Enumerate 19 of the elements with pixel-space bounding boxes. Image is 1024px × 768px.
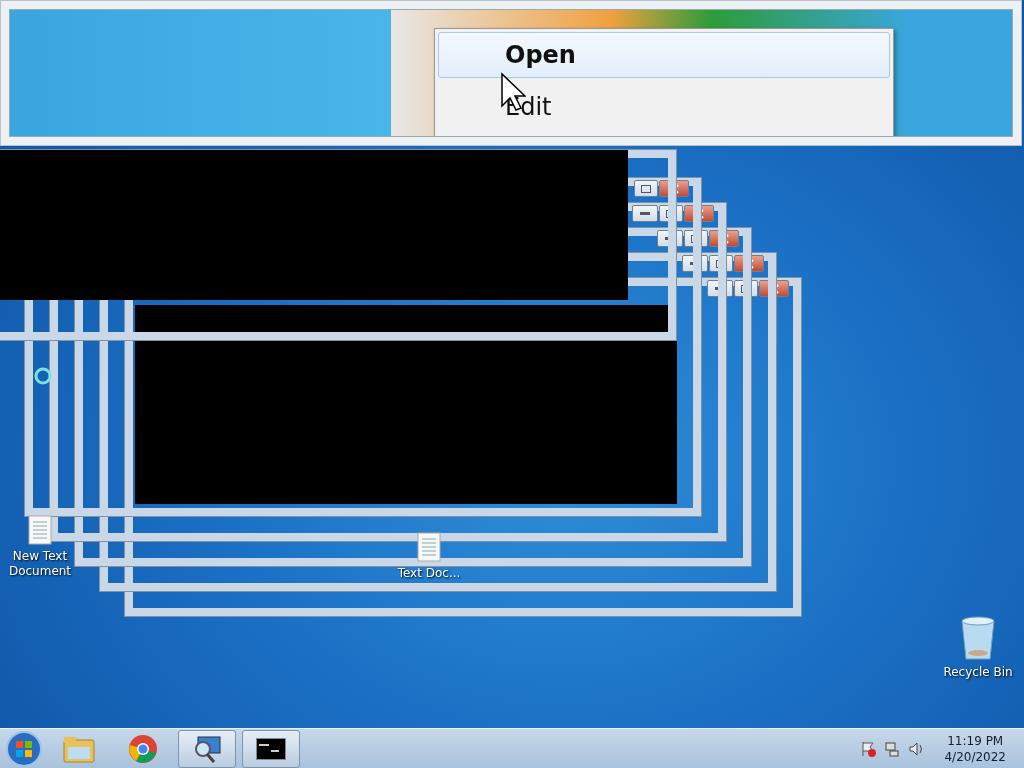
icon-label[interactable]: Recycle Bin xyxy=(943,665,1013,680)
taskbar-button[interactable] xyxy=(242,729,300,768)
icon-label[interactable]: New Text Document xyxy=(8,549,72,579)
text-document-icon xyxy=(28,515,52,545)
network-icon[interactable] xyxy=(884,740,901,757)
magnifier-monitor-icon xyxy=(192,733,222,764)
recycle-bin-icon xyxy=(958,615,998,661)
command-prompt-icon xyxy=(256,737,286,760)
icon-label[interactable]: Text Doc... xyxy=(397,566,461,581)
taskbar-button[interactable] xyxy=(178,729,236,768)
folder-icon xyxy=(63,734,95,763)
clock-date[interactable]: 4/20/2022 xyxy=(944,748,1006,765)
busy-cursor-icon xyxy=(33,366,53,386)
clock-time[interactable]: 11:19 PM xyxy=(947,732,1004,749)
menu-item[interactable]: Open xyxy=(438,32,890,78)
text-document-icon xyxy=(417,532,441,562)
browser-icon xyxy=(128,733,158,764)
flag-icon[interactable] xyxy=(860,740,877,757)
start-button-icon[interactable] xyxy=(4,729,44,768)
